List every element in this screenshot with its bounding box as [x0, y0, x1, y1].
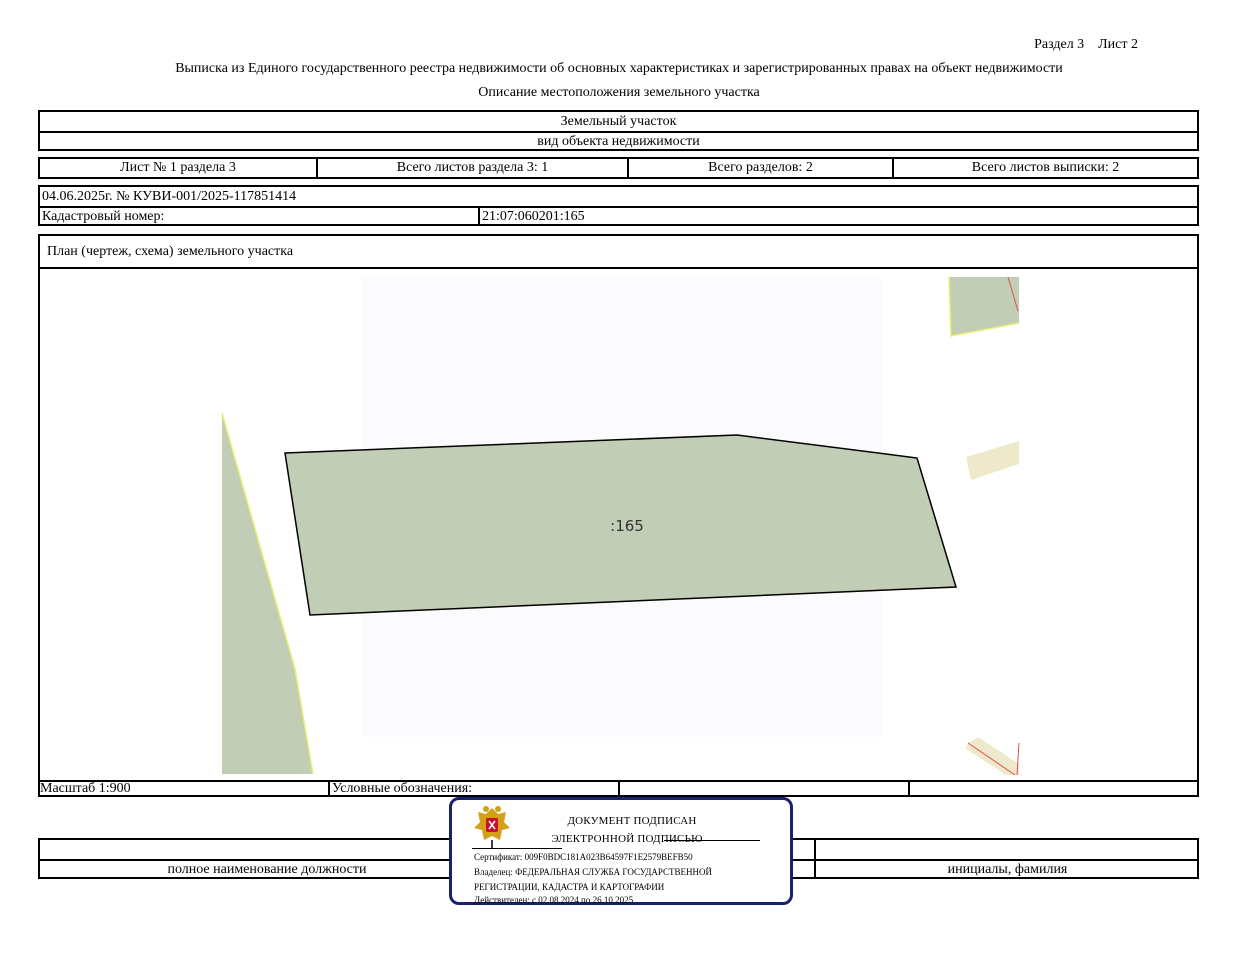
- position-caption: полное наименование должности: [167, 862, 367, 877]
- scale-label: Масштаб 1:900: [40, 780, 131, 796]
- stamp-owner-2: РЕГИСТРАЦИИ, КАДАСТРА И КАРТОГРАФИИ: [474, 882, 665, 892]
- parcel-label: :165: [610, 517, 644, 535]
- neighbor-strip-bottom-right: [966, 737, 1019, 775]
- sheet-of-section: Лист № 1 раздела 3: [120, 160, 236, 175]
- object-type-table: Земельный участок вид объекта недвижимос…: [38, 110, 1199, 151]
- cadastral-number-label: Кадастровый номер:: [42, 209, 165, 224]
- stamp-line-1: ДОКУМЕНТ ПОДПИСАН: [567, 815, 697, 827]
- cadastral-plan-map: :165: [221, 276, 1020, 776]
- record-date-number: 04.06.2025г. № КУВИ-001/2025-117851414: [42, 188, 297, 204]
- sheets-info-table: Лист № 1 раздела 3 Всего листов раздела …: [38, 157, 1199, 179]
- plan-heading: План (чертеж, схема) земельного участка: [47, 243, 294, 259]
- document-subtitle: Описание местоположения земельного участ…: [478, 85, 760, 100]
- cadastral-number-value: 21:07:060201:165: [482, 209, 585, 224]
- stamp-valid: Действителен: с 02.08.2024 по 26.10.2025: [474, 895, 634, 905]
- electronic-signature-stamp: ДОКУМЕНТ ПОДПИСАН ЭЛЕКТРОННОЙ ПОДПИСЬЮ С…: [449, 797, 793, 905]
- plan-frame: План (чертеж, схема) земельного участка …: [38, 234, 1199, 797]
- neighbor-parcel-top-right: [949, 277, 1019, 336]
- object-type-caption: вид объекта недвижимости: [537, 134, 700, 149]
- stamp-line-2: ЭЛЕКТРОННОЙ ПОДПИСЬЮ: [551, 833, 703, 845]
- neighbor-strip-right: [966, 441, 1019, 480]
- total-sections: Всего разделов: 2: [708, 160, 813, 175]
- record-table: 04.06.2025г. № КУВИ-001/2025-117851414 К…: [38, 185, 1199, 226]
- signature-caption: инициалы, фамилия: [947, 862, 1068, 877]
- section-sheet-label: Раздел 3 Лист 2: [1034, 37, 1138, 52]
- stamp-certificate: Сертификат: 009F0BDC181A023B64597F1E2579…: [474, 852, 693, 862]
- legend-label: Условные обозначения:: [332, 780, 473, 796]
- stamp-owner-1: Владелец: ФЕДЕРАЛЬНАЯ СЛУЖБА ГОСУДАРСТВЕ…: [474, 867, 713, 877]
- total-sheets-section: Всего листов раздела 3: 1: [396, 160, 549, 175]
- document-title: Выписка из Единого государственного реес…: [175, 61, 1063, 76]
- object-type-value: Земельный участок: [560, 113, 677, 129]
- total-sheets-extract: Всего листов выписки: 2: [971, 160, 1120, 175]
